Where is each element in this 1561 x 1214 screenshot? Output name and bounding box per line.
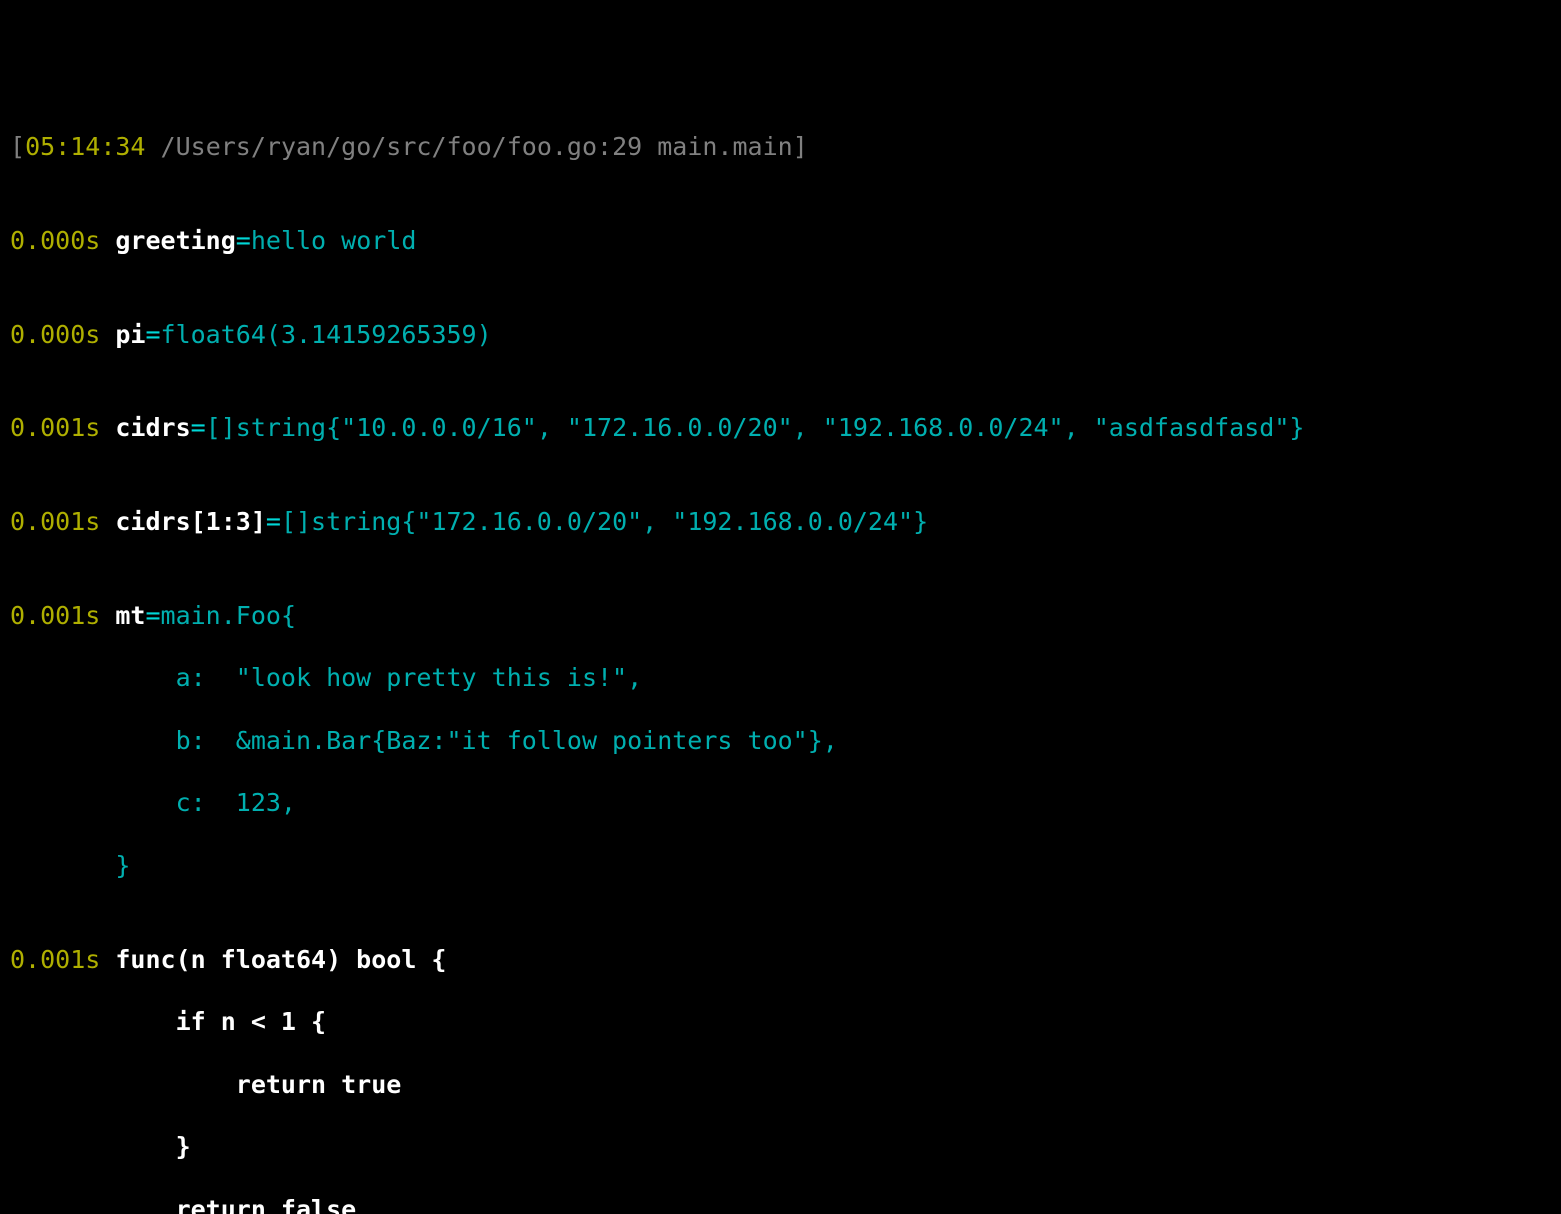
var-name: greeting [115, 226, 235, 255]
equals-sign: = [191, 413, 206, 442]
timestamp: 0.001s [10, 601, 115, 630]
var-value: float64(3.14159265359) [161, 320, 492, 349]
struct-field-c: c: 123, [10, 787, 1551, 818]
var-value: hello world [251, 226, 417, 255]
struct-field-a: a: "look how pretty this is!", [10, 662, 1551, 693]
log-line-mt-open: 0.001s mt=main.Foo{ [10, 600, 1551, 631]
bracket-open: [ [10, 132, 25, 161]
timestamp: 0.001s [10, 413, 115, 442]
var-name: cidrs [115, 413, 190, 442]
timestamp: 0.001s [10, 945, 115, 974]
header-path: /Users/ryan/go/src/foo/foo.go:29 main.ma… [145, 132, 792, 161]
struct-open: main.Foo{ [161, 601, 296, 630]
log-line-func-sig: 0.001s func(n float64) bool { [10, 944, 1551, 975]
func-body-line: return true [10, 1069, 1551, 1100]
var-value: []string{"10.0.0.0/16", "172.16.0.0/20",… [206, 413, 1305, 442]
equals-sign: = [266, 507, 281, 536]
equals-sign: = [145, 601, 160, 630]
header-time: 05:14:34 [25, 132, 145, 161]
log-line-pi: 0.000s pi=float64(3.14159265359) [10, 319, 1551, 350]
func-signature: func(n float64) bool { [115, 945, 446, 974]
equals-sign: = [236, 226, 251, 255]
timestamp: 0.000s [10, 226, 115, 255]
func-body-line: return false [10, 1194, 1551, 1214]
bracket-close: ] [793, 132, 808, 161]
struct-close: } [10, 850, 1551, 881]
var-name: pi [115, 320, 145, 349]
log-line-greeting: 0.000s greeting=hello world [10, 225, 1551, 256]
timestamp: 0.000s [10, 320, 115, 349]
timestamp: 0.001s [10, 507, 115, 536]
var-name: cidrs[1:3] [115, 507, 266, 536]
log-line-cidrs-slice: 0.001s cidrs[1:3]=[]string{"172.16.0.0/2… [10, 506, 1551, 537]
log-header: [05:14:34 /Users/ryan/go/src/foo/foo.go:… [10, 131, 1551, 162]
struct-field-b: b: &main.Bar{Baz:"it follow pointers too… [10, 725, 1551, 756]
func-body-line: if n < 1 { [10, 1006, 1551, 1037]
equals-sign: = [145, 320, 160, 349]
log-line-cidrs: 0.001s cidrs=[]string{"10.0.0.0/16", "17… [10, 412, 1551, 443]
var-value: []string{"172.16.0.0/20", "192.168.0.0/2… [281, 507, 928, 536]
var-name: mt [115, 601, 145, 630]
func-body-line: } [10, 1131, 1551, 1162]
